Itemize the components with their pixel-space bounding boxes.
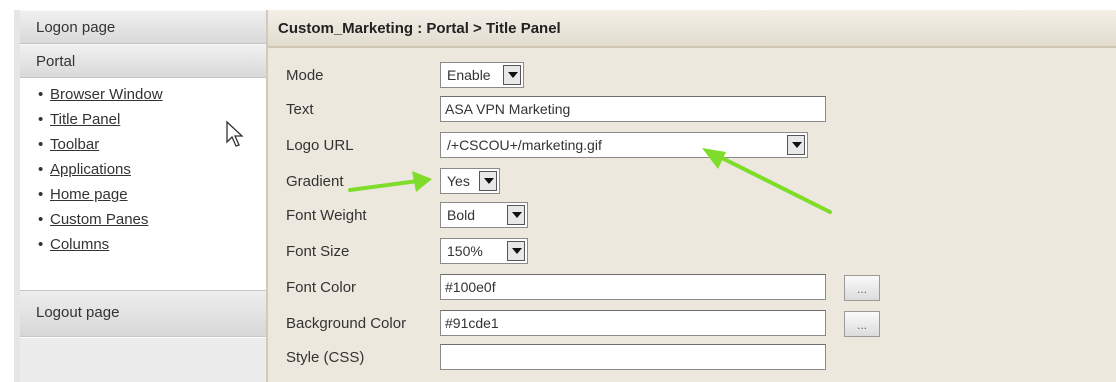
font-weight-value: Bold [447,207,476,223]
portal-submenu: Browser Window Title Panel Toolbar Appli… [20,78,266,257]
mouse-pointer-icon [226,120,244,147]
link-home-page[interactable]: Home page [50,186,128,203]
sidebar-logout-page[interactable]: Logout page [20,290,272,337]
font-color-input[interactable]: #100e0f [440,274,826,300]
sidebar-footer [20,338,272,382]
mode-value: Enable [447,67,491,83]
background-color-picker-button[interactable]: ... [844,311,880,337]
background-color-row: Background Color #91cde1 ... [268,310,1116,338]
font-weight-label: Font Weight [286,207,367,224]
list-item: Columns [38,232,266,257]
sidebar: Logon page Portal Browser Window Title P… [14,10,272,382]
chevron-down-icon[interactable] [479,171,497,191]
text-label: Text [286,101,314,118]
link-browser-window[interactable]: Browser Window [50,86,163,103]
gradient-select[interactable]: Yes [440,168,500,194]
logo-url-value: /+CSCOU+/marketing.gif [447,137,602,153]
logo-url-label: Logo URL [286,137,354,154]
list-item: Home page [38,182,266,207]
link-applications[interactable]: Applications [50,161,131,178]
list-item: Custom Panes [38,207,266,232]
logo-url-row: Logo URL /+CSCOU+/marketing.gif [268,132,1116,160]
font-weight-row: Font Weight Bold [268,202,1116,230]
link-columns[interactable]: Columns [50,236,109,253]
font-color-row: Font Color #100e0f ... [268,274,1116,302]
logo-url-select[interactable]: /+CSCOU+/marketing.gif [440,132,808,158]
background-color-input[interactable]: #91cde1 [440,310,826,336]
chevron-down-icon[interactable] [507,241,525,261]
mode-select[interactable]: Enable [440,62,524,88]
font-size-row: Font Size 150% [268,238,1116,266]
mode-label: Mode [286,67,324,84]
text-input[interactable]: ASA VPN Marketing [440,96,826,122]
title-panel-form: Custom_Marketing : Portal > Title Panel … [266,10,1116,382]
sidebar-portal[interactable]: Portal [20,44,266,78]
text-row: Text ASA VPN Marketing [268,96,1116,124]
chevron-down-icon[interactable] [503,65,521,85]
chevron-down-icon[interactable] [507,205,525,225]
font-weight-select[interactable]: Bold [440,202,528,228]
gradient-row: Gradient Yes [268,168,1116,196]
link-toolbar[interactable]: Toolbar [50,136,99,153]
style-css-input[interactable] [440,344,826,370]
gradient-value: Yes [447,173,470,189]
style-css-row: Style (CSS) [268,344,1116,372]
link-custom-panes[interactable]: Custom Panes [50,211,148,228]
chevron-down-icon[interactable] [787,135,805,155]
sidebar-logon-page[interactable]: Logon page [20,10,266,44]
panel-title: Custom_Marketing : Portal > Title Panel [268,10,1116,48]
font-size-label: Font Size [286,243,350,260]
link-title-panel[interactable]: Title Panel [50,111,120,128]
list-item: Browser Window [38,82,266,107]
font-color-label: Font Color [286,279,357,296]
font-color-picker-button[interactable]: ... [844,275,880,301]
font-size-select[interactable]: 150% [440,238,528,264]
gradient-label: Gradient [286,173,344,190]
style-css-label: Style (CSS) [286,349,365,366]
background-color-label: Background Color [286,315,407,332]
mode-row: Mode Enable [268,62,1116,90]
font-size-value: 150% [447,243,483,259]
list-item: Applications [38,157,266,182]
